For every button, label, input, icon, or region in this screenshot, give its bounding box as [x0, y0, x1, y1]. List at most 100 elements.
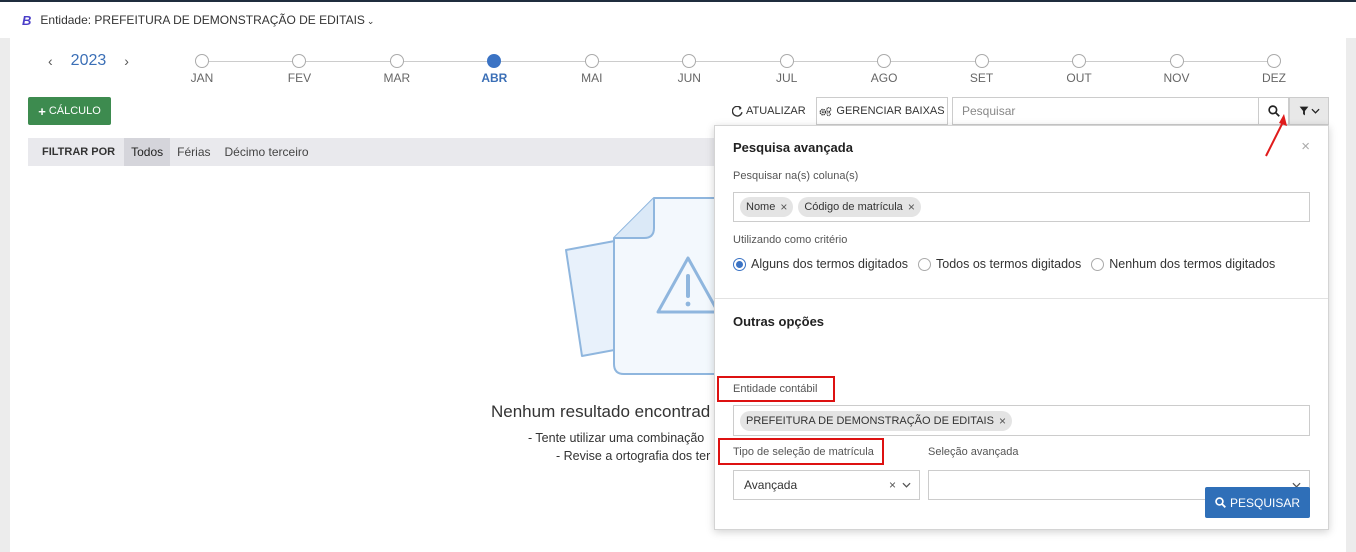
- search-icon: [1215, 497, 1226, 508]
- radio-all-terms[interactable]: Todos os termos digitados: [918, 257, 1081, 271]
- chevron-down-icon: [1310, 108, 1320, 114]
- header-bar: B Entidade: PREFEITURA DE DEMONSTRAÇÃO D…: [0, 2, 1356, 38]
- columns-label: Pesquisar na(s) coluna(s): [733, 170, 859, 182]
- month-dot: [292, 54, 307, 68]
- radio-circle: [1091, 257, 1105, 271]
- advanced-search-panel: Pesquisa avançada × Pesquisar na(s) colu…: [714, 125, 1329, 530]
- refresh-button[interactable]: ATUALIZAR: [732, 97, 806, 125]
- advanced-search-title: Pesquisa avançada: [733, 140, 853, 155]
- month-dez[interactable]: DEZ: [1254, 54, 1294, 85]
- filter-todos[interactable]: Todos: [124, 138, 171, 166]
- radio-some-terms[interactable]: Alguns dos termos digitados: [733, 257, 908, 271]
- close-icon[interactable]: ×: [1301, 138, 1310, 155]
- prev-year-button[interactable]: ‹: [48, 53, 53, 69]
- next-year-button[interactable]: ›: [124, 53, 129, 69]
- month-mar[interactable]: MAR: [377, 54, 417, 85]
- month-dot: [1169, 54, 1184, 68]
- year-label: 2023: [70, 52, 107, 69]
- app-logo: B: [22, 12, 32, 28]
- add-calculation-button[interactable]: + CÁLCULO: [28, 97, 111, 125]
- red-arrow-annotation: [1265, 114, 1287, 157]
- timeline-line: [202, 61, 1278, 62]
- radio-label: Todos os termos digitados: [936, 257, 1082, 271]
- month-ago[interactable]: AGO: [864, 54, 904, 85]
- month-out[interactable]: OUT: [1059, 54, 1099, 85]
- month-label: ABR: [481, 71, 508, 85]
- month-dot: [779, 54, 794, 68]
- month-jul[interactable]: JUL: [767, 54, 807, 85]
- month-label: AGO: [870, 71, 898, 85]
- month-label: JUN: [677, 71, 701, 85]
- column-tag: Código de matrícula ×: [798, 197, 921, 217]
- chevron-down-icon: [902, 482, 911, 488]
- manage-withdrawals-button[interactable]: GERENCIAR BAIXAS: [816, 97, 948, 125]
- highlight-box: [718, 438, 884, 465]
- month-dot: [1266, 54, 1281, 68]
- highlight-box: [717, 376, 835, 402]
- month-nov[interactable]: NOV: [1157, 54, 1197, 85]
- radio-circle-checked: [733, 257, 746, 271]
- search-input[interactable]: [952, 97, 1259, 125]
- column-tag-label: Nome: [746, 201, 776, 213]
- clear-icon[interactable]: ×: [889, 478, 896, 492]
- column-tag: Nome ×: [740, 197, 794, 217]
- month-dot: [389, 54, 404, 68]
- section-divider: [715, 298, 1328, 299]
- empty-state-title: Nenhum resultado encontrad: [491, 402, 711, 421]
- radio-label: Alguns dos termos digitados: [751, 257, 909, 271]
- gears-icon: [819, 106, 832, 116]
- refresh-icon: [732, 105, 743, 117]
- month-dot: [195, 54, 209, 68]
- month-label: MAI: [581, 71, 603, 85]
- filter-ferias[interactable]: Férias: [170, 138, 217, 166]
- add-calculation-label: CÁLCULO: [48, 105, 101, 117]
- month-dot: [682, 54, 697, 68]
- remove-tag-icon[interactable]: ×: [999, 414, 1006, 428]
- remove-tag-icon[interactable]: ×: [780, 200, 787, 214]
- month-label: JUL: [776, 71, 798, 85]
- submit-search-label: PESQUISAR: [1229, 495, 1301, 510]
- month-timeline: JAN FEV MAR ABR MAI JUN JUL AGO SET OUT NOV DEZ: [191, 54, 1286, 90]
- refresh-label: ATUALIZAR: [746, 105, 806, 117]
- month-abr[interactable]: ABR: [474, 54, 514, 85]
- filter-label: FILTRAR POR: [42, 146, 116, 158]
- advanced-filter-toggle[interactable]: [1289, 97, 1329, 125]
- month-dot: [487, 54, 502, 68]
- month-dot: [584, 54, 599, 68]
- entity-tag-input[interactable]: PREFEITURA DE DEMONSTRAÇÃO DE EDITAIS ×: [733, 405, 1310, 436]
- remove-tag-icon[interactable]: ×: [908, 200, 915, 214]
- entity-tag: PREFEITURA DE DEMONSTRAÇÃO DE EDITAIS ×: [740, 410, 1012, 431]
- entity-label: Entidade: PREFEITURA DE DEMONSTRAÇÃO DE …: [40, 13, 365, 27]
- month-label: FEV: [287, 71, 312, 85]
- radio-label: Nenhum dos termos digitados: [1109, 257, 1276, 271]
- selection-type-value: Avançada: [744, 478, 798, 492]
- month-label: DEZ: [1261, 71, 1286, 85]
- entity-selector[interactable]: Entidade: PREFEITURA DE DEMONSTRAÇÃO DE …: [40, 13, 374, 27]
- radio-no-terms[interactable]: Nenhum dos termos digitados: [1091, 257, 1275, 271]
- month-label: SET: [969, 71, 994, 85]
- main-content: ‹ 2023 › JAN FEV MAR ABR MAI JUN JUL AGO SET OUT N…: [10, 38, 1346, 552]
- month-mai[interactable]: MAI: [572, 54, 612, 85]
- criteria-label: Utilizando como critério: [733, 234, 848, 246]
- filter-decimo-terceiro[interactable]: Décimo terceiro: [218, 138, 316, 166]
- other-options-title: Outras opções: [733, 314, 825, 329]
- month-set[interactable]: SET: [962, 54, 1002, 85]
- chevron-down-icon: ⌄: [366, 16, 375, 26]
- month-label: OUT: [1066, 71, 1092, 85]
- selection-type-select[interactable]: Avançada ×: [733, 470, 920, 500]
- month-jan[interactable]: JAN: [182, 54, 222, 85]
- funnel-icon: [1299, 106, 1308, 116]
- criteria-radio-group: Alguns dos termos digitados Todos os ter…: [733, 257, 1285, 271]
- month-fev[interactable]: FEV: [279, 54, 319, 85]
- radio-circle: [918, 257, 932, 271]
- manage-withdrawals-label: GERENCIAR BAIXAS: [836, 105, 945, 117]
- advanced-selection-label: Seleção avançada: [928, 446, 1019, 458]
- month-dot: [1072, 54, 1087, 68]
- month-label: MAR: [383, 71, 411, 85]
- columns-tag-input[interactable]: Nome × Código de matrícula ×: [733, 192, 1310, 222]
- month-jun[interactable]: JUN: [669, 54, 709, 85]
- year-navigation: ‹ 2023 ›: [48, 52, 129, 70]
- entity-tag-label: PREFEITURA DE DEMONSTRAÇÃO DE EDITAIS: [746, 414, 994, 427]
- month-label: JAN: [190, 71, 214, 85]
- submit-search-button[interactable]: PESQUISAR: [1205, 487, 1310, 518]
